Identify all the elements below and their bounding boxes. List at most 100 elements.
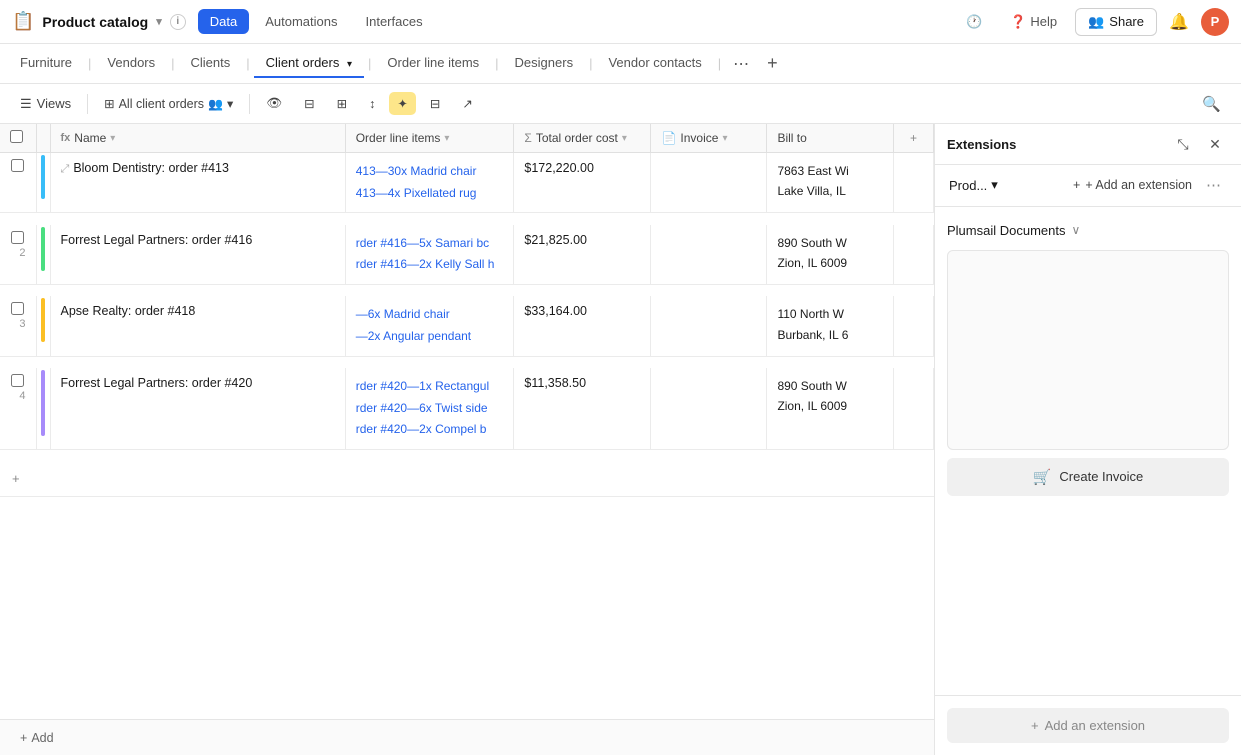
row-total-cell: $21,825.00 [514, 225, 651, 285]
table-row: 2Forrest Legal Partners: order #416rder … [0, 225, 934, 285]
bill-line1: 110 North W [777, 304, 883, 324]
search-icon: 🔍 [1202, 95, 1221, 113]
row-checkbox-cell[interactable]: 4 [0, 368, 36, 449]
row-name-cell[interactable]: Forrest Legal Partners: order #420 [50, 368, 345, 449]
row-invoice-cell[interactable] [651, 368, 767, 449]
row-name-cell[interactable]: Apse Realty: order #418 [50, 296, 345, 356]
ext-chevron-icon: ▾ [991, 177, 998, 193]
top-nav: 📋 Product catalog ▾ i Data Automations I… [0, 0, 1241, 44]
row-order-lines-cell[interactable]: rder #420—1x Rectangulrder #420—6x Twist… [345, 368, 514, 449]
tab-sep-5: | [493, 56, 500, 71]
tab-order-line-items[interactable]: Order line items [375, 49, 491, 78]
table-scroll[interactable]: fx Name ▾ Order line items ▾ [0, 124, 934, 719]
row-checkbox-cell[interactable]: 3 [0, 296, 36, 356]
row-trailing-cell [894, 296, 934, 356]
app-logo[interactable]: 📋 Product catalog ▾ i [12, 11, 186, 32]
share-button[interactable]: 👥 Share [1075, 8, 1157, 36]
order-line-item: rder #416—2x Kelly Sall h [356, 254, 504, 276]
tab-vendor-contacts[interactable]: Vendor contacts [596, 49, 713, 78]
tab-more-button[interactable]: ⋯ [725, 50, 757, 78]
col-header-add[interactable]: + [894, 124, 934, 153]
select-all-checkbox[interactable] [10, 130, 23, 143]
close-panel-button[interactable]: ✕ [1201, 130, 1229, 158]
row-invoice-cell[interactable] [651, 153, 767, 213]
expand-arrow-icon[interactable]: ⤢ [61, 163, 70, 176]
row-total-cell: $172,220.00 [514, 153, 651, 213]
row-name-cell[interactable]: Forrest Legal Partners: order #416 [50, 225, 345, 285]
help-button[interactable]: ❓ Help [1000, 9, 1067, 35]
row-invoice-cell[interactable] [651, 225, 767, 285]
ext-more-button[interactable]: ⋯ [1200, 172, 1227, 198]
col-header-billto[interactable]: Bill to [767, 124, 894, 153]
col-header-invoice[interactable]: 📄 Invoice ▾ [651, 124, 767, 153]
tab-sep-3: | [244, 56, 251, 71]
notifications-button[interactable]: 🔔 [1165, 8, 1193, 36]
add-ext-button[interactable]: + + Add an extension [1065, 174, 1200, 196]
tab-add-button[interactable]: + [759, 49, 786, 78]
create-invoice-label: Create Invoice [1059, 469, 1143, 484]
tab-clients[interactable]: Clients [179, 49, 243, 78]
expand-panel-button[interactable]: ⤡ [1169, 130, 1197, 158]
tab-sep-7: | [716, 56, 723, 71]
row-checkbox[interactable] [11, 302, 24, 315]
nav-interfaces[interactable]: Interfaces [353, 9, 434, 34]
add-extension-label: Add an extension [1045, 718, 1145, 733]
info-icon[interactable]: i [170, 14, 186, 30]
tab-vendors[interactable]: Vendors [95, 49, 167, 78]
row-checkbox-cell[interactable] [0, 153, 36, 213]
row-order-lines-cell[interactable]: 413—30x Madrid chair413—4x Pixellated ru… [345, 153, 514, 213]
nav-data[interactable]: Data [198, 9, 249, 34]
add-extension-button[interactable]: + Add an extension [947, 708, 1229, 743]
right-panel-tools: ⤡ ✕ [1169, 130, 1229, 158]
row-height-button[interactable]: ⊟ [422, 92, 448, 115]
row-checkbox[interactable] [11, 231, 24, 244]
create-invoice-button[interactable]: 🛒 Create Invoice [947, 458, 1229, 496]
row-name-label: Apse Realty: order #418 [61, 304, 196, 318]
filter-button[interactable]: ⊟ [296, 92, 322, 115]
add-row-icon: + [12, 471, 20, 486]
tab-client-orders-label: Client orders [266, 55, 340, 70]
col-header-order-lines[interactable]: Order line items ▾ [345, 124, 514, 153]
col-header-total[interactable]: Σ Total order cost ▾ [514, 124, 651, 153]
col-total-chevron: ▾ [622, 133, 627, 144]
row-invoice-cell[interactable] [651, 296, 767, 356]
search-button[interactable]: 🔍 [1194, 91, 1229, 117]
row-order-lines-cell[interactable]: rder #416—5x Samari bcrder #416—2x Kelly… [345, 225, 514, 285]
help-icon: ❓ [1010, 14, 1026, 30]
highlight-button[interactable]: ✦ [389, 92, 415, 115]
expand-icon: ⤡ [1177, 136, 1188, 153]
row-billto-cell: 890 South WZion, IL 6009 [767, 225, 894, 285]
row-trailing-cell [894, 225, 934, 285]
col-header-name[interactable]: fx Name ▾ [50, 124, 345, 153]
row-checkbox-cell[interactable]: 2 [0, 225, 36, 285]
tab-furniture[interactable]: Furniture [8, 49, 84, 78]
ext-name-button[interactable]: Prod... ▾ [949, 177, 998, 193]
bill-line1: 7863 East Wi [777, 161, 883, 181]
group-button[interactable]: ⊞ [329, 92, 355, 115]
views-button[interactable]: ☰ Views [12, 92, 79, 116]
highlight-icon: ✦ [397, 96, 407, 111]
col-header-checkbox[interactable] [0, 124, 36, 153]
add-row-button[interactable]: + [0, 461, 934, 497]
grid-view-button[interactable]: ⊞ All client orders 👥 ▾ [96, 92, 241, 115]
row-checkbox[interactable] [11, 159, 24, 172]
tab-designers[interactable]: Designers [503, 49, 586, 78]
sort-button[interactable]: ↕ [361, 93, 383, 115]
main-layout: fx Name ▾ Order line items ▾ [0, 124, 1241, 755]
bottom-add-button[interactable]: + Add [12, 727, 62, 749]
avatar[interactable]: P [1201, 8, 1229, 36]
nav-automations[interactable]: Automations [253, 9, 349, 34]
title-chevron-icon: ▾ [156, 15, 162, 28]
hide-fields-button[interactable]: 👁 [258, 92, 290, 115]
tab-client-orders[interactable]: Client orders ▾ [254, 49, 364, 78]
share-view-button[interactable]: ↗ [454, 92, 480, 115]
table-area: fx Name ▾ Order line items ▾ [0, 124, 935, 755]
row-spacer [0, 356, 934, 368]
total-col-icon: Σ [524, 131, 531, 145]
tab-sep-1: | [86, 56, 93, 71]
row-name-cell[interactable]: ⤢Bloom Dentistry: order #413 [50, 153, 345, 213]
row-order-lines-cell[interactable]: —6x Madrid chair—2x Angular pendant [345, 296, 514, 356]
history-button[interactable]: 🕐 [956, 9, 992, 35]
toolbar: ☰ Views ⊞ All client orders 👥 ▾ 👁 ⊟ ⊞ ↕ … [0, 84, 1241, 124]
row-checkbox[interactable] [11, 374, 24, 387]
